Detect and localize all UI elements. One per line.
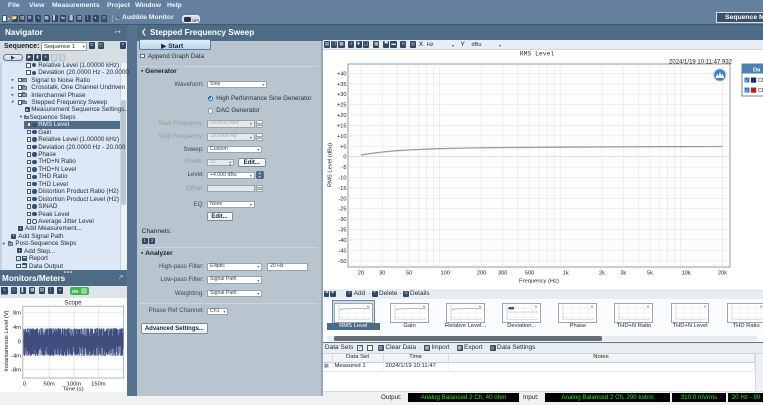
svg-text:✓: ✓ [745,78,749,83]
svg-text:-25: -25 [338,207,346,213]
svg-text:+10: +10 [337,134,347,140]
svg-text:+20: +20 [337,113,347,119]
svg-text:Frequency (Hz): Frequency (Hz) [519,278,559,284]
svg-text:-45: -45 [338,248,346,254]
svg-text:-40: -40 [338,238,346,244]
svg-text:10k: 10k [682,271,691,277]
svg-text:-10: -10 [338,176,346,182]
svg-text:Ch: Ch [758,78,763,84]
svg-text:8m: 8m [13,311,21,317]
svg-text:-5: -5 [342,165,347,171]
svg-text:500: 500 [525,271,534,277]
svg-text:-4m: -4m [11,353,21,359]
svg-text:-20: -20 [338,196,346,202]
svg-text:Instantaneous Level (V): Instantaneous Level (V) [4,310,10,371]
svg-text:-15: -15 [338,186,346,192]
svg-text:+30: +30 [337,92,347,98]
svg-text:Scope: Scope [64,300,82,306]
svg-text:50: 50 [406,271,412,277]
svg-text:+25: +25 [337,103,347,109]
svg-text:300: 300 [498,271,507,277]
svg-text:+5: +5 [340,144,346,150]
svg-text:Da: Da [753,67,761,73]
svg-text:1k: 1k [563,271,569,277]
svg-text:-8m: -8m [11,368,21,374]
svg-text:0: 0 [18,339,21,345]
svg-text:150m: 150m [91,382,106,388]
svg-text:RMS Level: RMS Level [520,50,555,57]
svg-text:30: 30 [379,271,385,277]
svg-text:100: 100 [441,271,450,277]
svg-text:0: 0 [23,382,26,388]
svg-text:+40: +40 [337,71,347,77]
svg-text:20: 20 [358,271,364,277]
svg-text:200: 200 [477,271,486,277]
svg-text:+35: +35 [337,82,347,88]
svg-text:3k: 3k [620,271,626,277]
svg-text:50m: 50m [44,382,55,388]
svg-text:Time (s): Time (s) [62,387,83,393]
svg-text:-30: -30 [338,217,346,223]
svg-text:+15: +15 [337,123,347,129]
svg-text:✓: ✓ [745,88,749,93]
svg-text:0: 0 [343,155,346,161]
svg-text:RMS Level (dBu): RMS Level (dBu) [328,143,334,187]
svg-text:20k: 20k [718,271,727,277]
svg-text:-35: -35 [338,228,346,234]
svg-text:Ch: Ch [758,88,763,94]
svg-text:4m: 4m [13,325,21,331]
svg-text:2k: 2k [599,271,605,277]
svg-text:-50: -50 [338,259,346,265]
svg-text:5k: 5k [647,271,653,277]
